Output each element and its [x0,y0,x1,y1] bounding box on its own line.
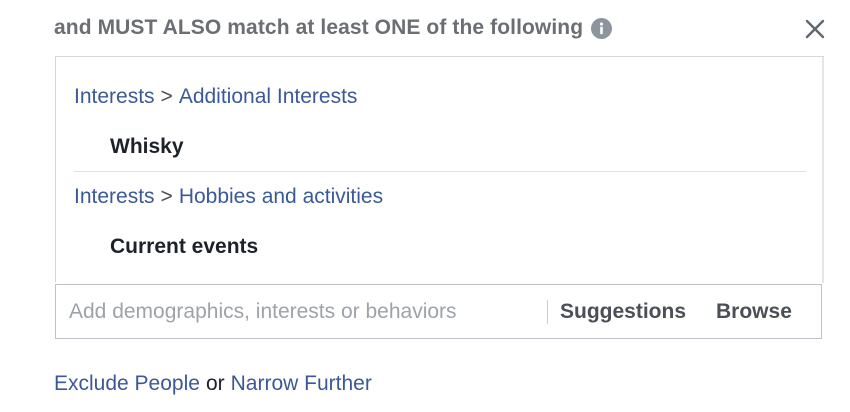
narrow-further-link[interactable]: Narrow Further [231,372,372,395]
targeting-item[interactable]: Current events [110,233,383,261]
group-breadcrumb: Interests > Additional Interests [74,83,357,111]
category-link[interactable]: Interests [74,85,155,108]
breadcrumb-separator: > [160,85,173,108]
category-link[interactable]: Interests [74,185,155,208]
subcategory-link[interactable]: Additional Interests [179,85,358,108]
subcategory-link[interactable]: Hobbies and activities [179,185,383,208]
footer-or-text: or [205,372,225,395]
exclude-people-link[interactable]: Exclude People [54,372,200,395]
detailed-targeting-section: and MUST ALSO match at least ONE of the … [0,0,850,412]
section-header: and MUST ALSO match at least ONE of the … [54,12,613,44]
group-divider [74,171,806,172]
close-icon[interactable] [803,17,827,41]
suggestions-button[interactable]: Suggestions [560,300,686,324]
targeting-item[interactable]: Whisky [110,133,357,161]
targeting-group: Interests > Hobbies and activities Current… [74,183,383,261]
section-title: and MUST ALSO match at least ONE of the … [54,16,584,39]
scrollbar[interactable] [822,57,824,283]
targeting-group: Interests > Additional Interests Whisky [74,83,357,161]
browse-button[interactable]: Browse [716,300,792,324]
info-icon[interactable] [591,17,613,39]
selected-targeting-list: Interests > Additional Interests Whisky In… [55,56,824,283]
footer-actions: Exclude People or Narrow Further [54,370,372,398]
input-divider [547,299,548,324]
targeting-search-input[interactable] [56,291,547,332]
breadcrumb-separator: > [160,185,173,208]
group-breadcrumb: Interests > Hobbies and activities [74,183,383,211]
targeting-search-box: Suggestions Browse [55,284,822,339]
